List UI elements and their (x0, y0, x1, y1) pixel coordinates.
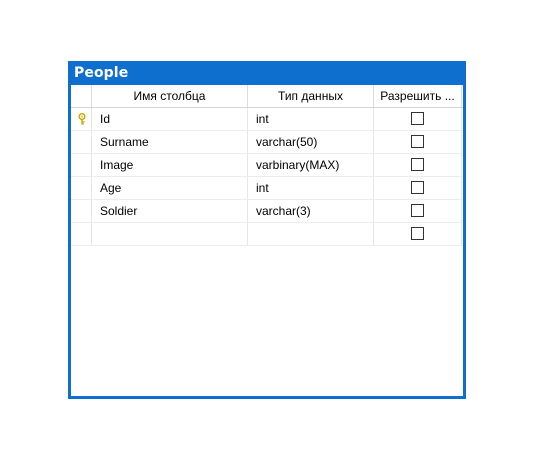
table-row[interactable]: Surname varchar(50) (71, 131, 463, 154)
column-name-cell[interactable]: Soldier (92, 200, 248, 222)
data-type-header[interactable]: Тип данных (248, 85, 374, 107)
allow-nulls-cell[interactable] (374, 177, 462, 199)
column-name-header[interactable]: Имя столбца (92, 85, 248, 107)
table-row[interactable]: Age int (71, 177, 463, 200)
designer-canvas: People Имя столбца Тип данных Разрешить … (0, 0, 543, 451)
data-type-cell[interactable]: varchar(50) (248, 131, 374, 153)
allow-nulls-cell[interactable] (374, 223, 462, 245)
data-type-cell[interactable]: varbinary(MAX) (248, 154, 374, 176)
allow-nulls-cell[interactable] (374, 131, 462, 153)
row-selector[interactable] (71, 131, 92, 153)
allow-nulls-checkbox[interactable] (411, 227, 424, 241)
row-selector[interactable] (71, 223, 92, 245)
allow-nulls-checkbox[interactable] (411, 181, 424, 195)
allow-nulls-cell[interactable] (374, 200, 462, 222)
allow-nulls-checkbox[interactable] (411, 112, 424, 126)
table-designer-window[interactable]: People Имя столбца Тип данных Разрешить … (68, 61, 466, 399)
column-name-cell[interactable]: Age (92, 177, 248, 199)
allow-nulls-cell[interactable] (374, 154, 462, 176)
row-selector[interactable] (71, 154, 92, 176)
table-row[interactable]: Image varbinary(MAX) (71, 154, 463, 177)
table-title[interactable]: People (68, 61, 466, 85)
allow-nulls-header[interactable]: Разрешить ... (374, 85, 462, 107)
row-selector[interactable] (71, 177, 92, 199)
allow-nulls-checkbox[interactable] (411, 204, 424, 218)
column-name-cell[interactable]: Image (92, 154, 248, 176)
column-name-cell[interactable]: Surname (92, 131, 248, 153)
column-name-cell[interactable] (92, 223, 248, 245)
allow-nulls-checkbox[interactable] (411, 158, 424, 172)
new-column-row[interactable] (71, 223, 463, 246)
data-type-cell[interactable]: int (248, 108, 374, 130)
row-selector[interactable] (71, 200, 92, 222)
grid-header-row: Имя столбца Тип данных Разрешить ... (71, 85, 463, 108)
key-icon (78, 113, 86, 125)
allow-nulls-checkbox[interactable] (411, 135, 424, 149)
columns-grid: Имя столбца Тип данных Разрешить ... Id … (71, 85, 463, 396)
column-name-cell[interactable]: Id (92, 108, 248, 130)
row-selector-header (71, 85, 92, 107)
allow-nulls-cell[interactable] (374, 108, 462, 130)
row-selector[interactable] (71, 108, 92, 130)
data-type-cell[interactable]: int (248, 177, 374, 199)
table-row[interactable]: Id int (71, 108, 463, 131)
data-type-cell[interactable]: varchar(3) (248, 200, 374, 222)
data-type-cell[interactable] (248, 223, 374, 245)
table-row[interactable]: Soldier varchar(3) (71, 200, 463, 223)
